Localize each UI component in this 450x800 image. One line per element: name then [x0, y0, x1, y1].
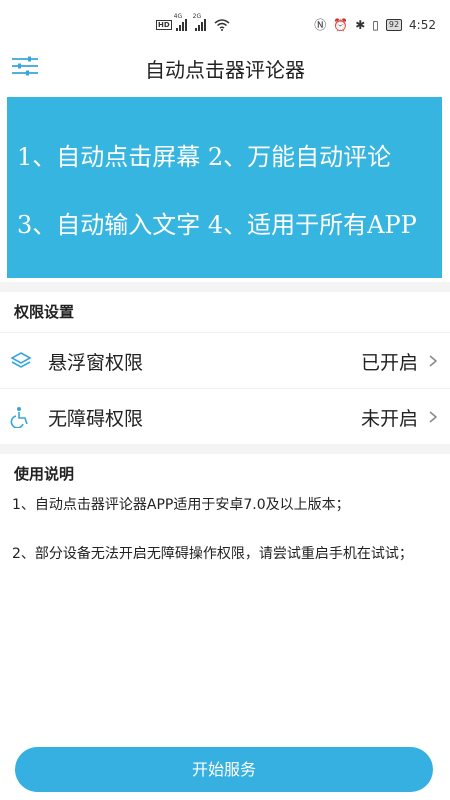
- banner-line-1: 1、自动点击屏幕 2、万能自动评论: [17, 143, 392, 171]
- permissions-title: 权限设置: [14, 303, 75, 321]
- chevron-right-icon: [429, 411, 438, 423]
- hd-badge: HD: [156, 20, 172, 30]
- alarm-icon: ⏰: [333, 18, 349, 32]
- network-type-2: 2G: [192, 13, 202, 20]
- instruction-item-1: 1、自动点击器评论器APP适用于安卓7.0及以上版本；: [12, 497, 350, 513]
- divider: [0, 282, 450, 292]
- banner-line-2: 3、自动输入文字 4、适用于所有APP: [17, 211, 417, 239]
- vibrate-off-icon: ▯: [372, 18, 379, 32]
- instructions-title: 使用说明: [14, 465, 75, 483]
- permission-row-overlay[interactable]: 悬浮窗权限 已开启: [0, 332, 450, 387]
- wifi-icon: [214, 19, 230, 31]
- accessibility-icon: [10, 407, 28, 428]
- battery-icon: 92: [385, 19, 403, 31]
- network-type-1: 4G: [173, 13, 183, 20]
- layers-icon: [10, 352, 32, 368]
- instruction-item-2: 2、部分设备无法开启无障碍操作权限，请尝试重启手机在试试；: [12, 546, 413, 562]
- status-right: Ⓝ ⏰ ✱ ▯ 92 4:52: [314, 17, 436, 33]
- chevron-right-icon: [429, 355, 438, 367]
- overlay-permission-status: 已开启: [360, 352, 418, 374]
- signal-icon-2: 2G: [193, 13, 206, 31]
- app-header: 自动点击器评论器: [0, 52, 450, 92]
- bluetooth-icon: ✱: [355, 18, 366, 32]
- signal-icon: 4G: [174, 13, 187, 31]
- divider: [0, 444, 450, 454]
- clock: 4:52: [409, 18, 436, 32]
- status-bar: HD 4G 2G Ⓝ ⏰ ✱ ▯ 92 4:52: [0, 0, 450, 52]
- accessibility-permission-label: 无障碍权限: [48, 408, 144, 430]
- page-title: 自动点击器评论器: [145, 58, 305, 82]
- feature-banner: 1、自动点击屏幕 2、万能自动评论 3、自动输入文字 4、适用于所有APP: [7, 97, 442, 278]
- nfc-icon: Ⓝ: [314, 18, 327, 32]
- status-left: HD 4G 2G: [156, 13, 230, 33]
- overlay-permission-label: 悬浮窗权限: [48, 352, 144, 374]
- start-service-button[interactable]: 开始服务: [15, 747, 433, 792]
- permission-row-accessibility[interactable]: 无障碍权限 未开启: [0, 388, 450, 443]
- accessibility-permission-status: 未开启: [360, 408, 418, 430]
